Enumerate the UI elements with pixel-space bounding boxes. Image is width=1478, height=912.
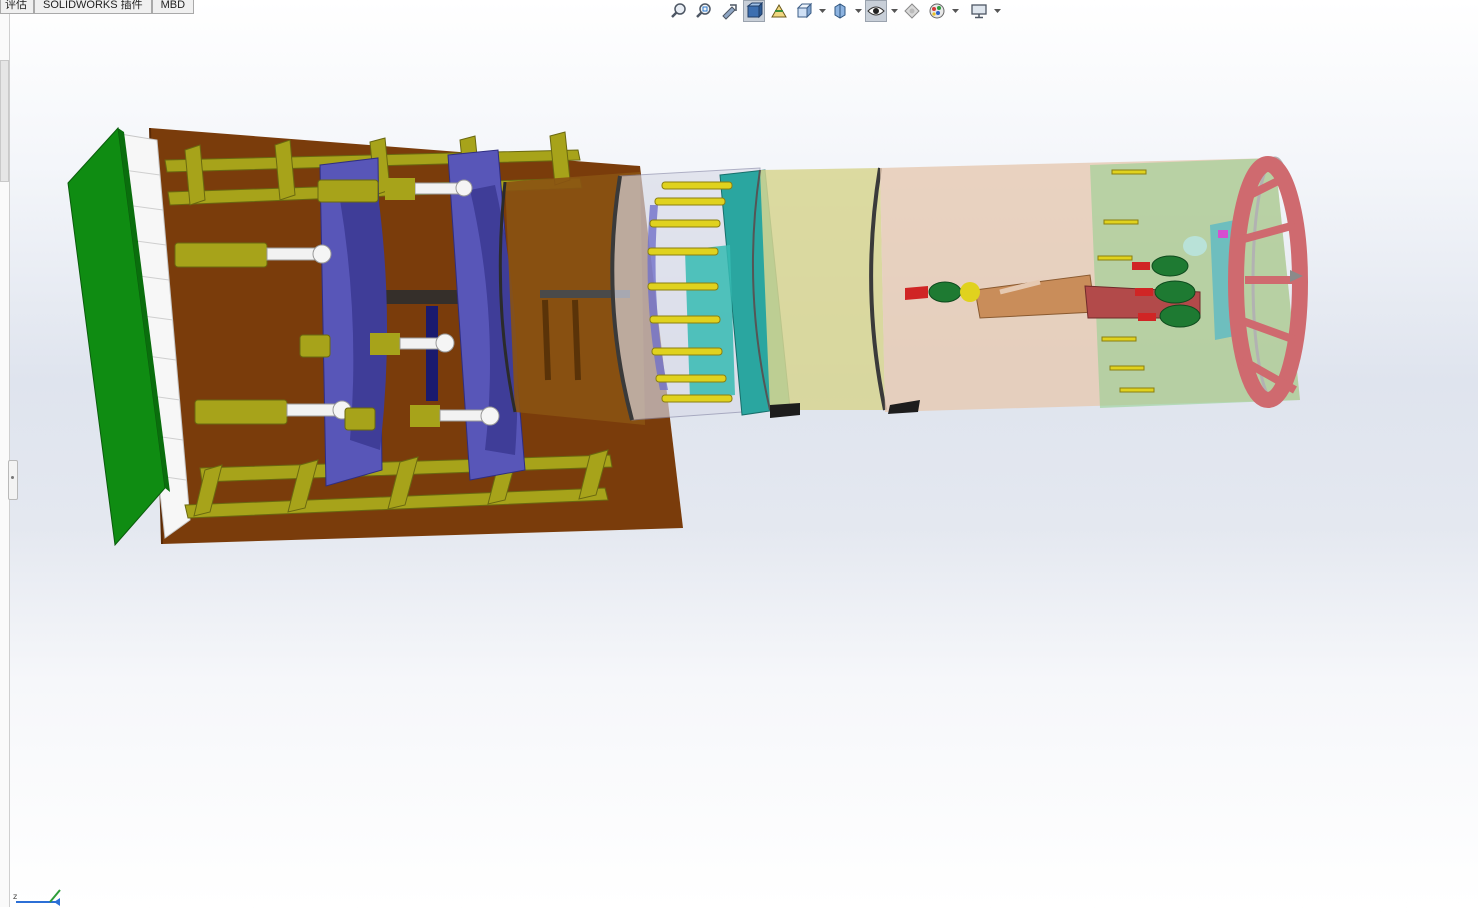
view-orientation-dropdown[interactable] (818, 0, 826, 22)
chevron-down-icon (993, 8, 1001, 13)
zoom-to-fit-button[interactable] (668, 0, 690, 22)
view-settings-dropdown[interactable] (993, 0, 1001, 22)
hide-show-dropdown[interactable] (890, 0, 898, 22)
display-style-dropdown[interactable] (854, 0, 862, 22)
middle-shield[interactable] (751, 167, 887, 411)
edit-appearance-icon (904, 3, 920, 19)
apply-scene-dropdown[interactable] (951, 0, 959, 22)
dynamic-annotation-views-icon (771, 4, 787, 18)
apply-scene-icon (929, 3, 945, 19)
chevron-down-icon (818, 8, 826, 13)
edit-appearance-button[interactable] (901, 0, 923, 22)
tab-solidworks-addins[interactable]: SOLIDWORKS 插件 (34, 0, 152, 14)
apply-scene-button[interactable] (926, 0, 948, 22)
command-manager-tabs: 评估 SOLIDWORKS 插件 MBD (0, 0, 195, 14)
coordinate-triad: z (13, 889, 61, 906)
heads-up-view-toolbar (668, 0, 1001, 22)
display-style-icon (834, 3, 846, 19)
tbm-assembly-model[interactable] (10, 14, 1478, 907)
svg-text:z: z (13, 892, 17, 901)
panel-scrollbar[interactable] (0, 60, 9, 182)
chevron-down-icon (890, 8, 898, 13)
tab-mbd[interactable]: MBD (151, 0, 195, 14)
hide-show-items-button[interactable] (865, 0, 887, 22)
graphics-area[interactable] (10, 14, 1478, 907)
view-settings-button[interactable] (968, 0, 990, 22)
zoom-to-fit-icon (671, 3, 686, 18)
display-style-button[interactable] (829, 0, 851, 22)
previous-view-button[interactable] (718, 0, 740, 22)
section-view-button[interactable] (743, 0, 765, 22)
view-orientation-button[interactable] (793, 0, 815, 22)
hide-show-items-icon (867, 6, 885, 16)
monitor-icon (971, 4, 987, 19)
zoom-to-area-button[interactable] (693, 0, 715, 22)
dynamic-annotation-views-button[interactable] (768, 0, 790, 22)
section-view-icon (746, 2, 763, 19)
previous-view-icon (722, 4, 737, 20)
chevron-down-icon (854, 8, 862, 13)
thrust-ring-rear[interactable] (319, 157, 388, 487)
zoom-to-area-icon (696, 3, 711, 18)
chevron-down-icon (951, 8, 959, 13)
tab-evaluate[interactable]: 评估 (0, 0, 34, 14)
view-orientation-icon (796, 2, 813, 19)
